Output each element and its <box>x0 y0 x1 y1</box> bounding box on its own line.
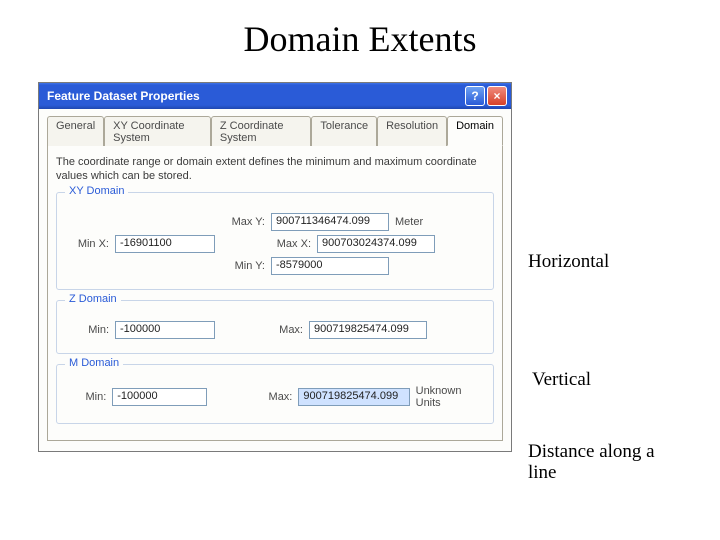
xy-unit: Meter <box>395 216 423 228</box>
slide-title: Domain Extents <box>0 0 720 66</box>
m-domain-legend: M Domain <box>65 357 123 369</box>
z-min-field[interactable]: -100000 <box>115 321 215 339</box>
m-domain-group: M Domain Min: -100000 Max: 900719825474.… <box>56 364 494 424</box>
max-x-field[interactable]: 900703024374.099 <box>317 235 435 253</box>
tab-strip: General XY Coordinate System Z Coordinat… <box>47 115 503 145</box>
min-y-field[interactable]: -8579000 <box>271 257 389 275</box>
min-x-field[interactable]: -16901100 <box>115 235 215 253</box>
max-y-label: Max Y: <box>221 216 265 228</box>
tab-domain[interactable]: Domain <box>447 116 503 146</box>
xy-domain-legend: XY Domain <box>65 185 128 197</box>
max-x-label: Max X: <box>267 238 311 250</box>
z-domain-group: Z Domain Min: -100000 Max: 900719825474.… <box>56 300 494 354</box>
z-domain-legend: Z Domain <box>65 293 121 305</box>
dialog-window: Feature Dataset Properties ? × General X… <box>38 82 512 452</box>
z-min-label: Min: <box>65 324 109 336</box>
annotation-distance: Distance along a line <box>528 442 678 484</box>
client-area: General XY Coordinate System Z Coordinat… <box>39 109 511 451</box>
min-x-label: Min X: <box>65 238 109 250</box>
min-y-label: Min Y: <box>221 260 265 272</box>
tab-resolution[interactable]: Resolution <box>377 116 447 146</box>
tab-tolerance[interactable]: Tolerance <box>311 116 377 146</box>
window-title: Feature Dataset Properties <box>47 89 463 103</box>
m-max-field[interactable]: 900719825474.099 <box>298 388 409 406</box>
xy-domain-group: XY Domain Max Y: 900711346474.099 Meter … <box>56 192 494 290</box>
tab-z-coordinate-system[interactable]: Z Coordinate System <box>211 116 312 146</box>
annotation-vertical: Vertical <box>532 370 591 391</box>
description-text: The coordinate range or domain extent de… <box>56 156 494 184</box>
m-min-field[interactable]: -100000 <box>112 388 206 406</box>
m-max-label: Max: <box>259 391 293 403</box>
annotation-horizontal: Horizontal <box>528 252 609 273</box>
m-min-label: Min: <box>65 391 106 403</box>
close-button[interactable]: × <box>487 86 507 106</box>
tab-panel-domain: The coordinate range or domain extent de… <box>47 145 503 441</box>
max-y-field[interactable]: 900711346474.099 <box>271 213 389 231</box>
m-unit: Unknown Units <box>416 385 485 409</box>
z-max-field[interactable]: 900719825474.099 <box>309 321 427 339</box>
z-max-label: Max: <box>267 324 303 336</box>
tab-general[interactable]: General <box>47 116 104 146</box>
help-button[interactable]: ? <box>465 86 485 106</box>
tab-xy-coordinate-system[interactable]: XY Coordinate System <box>104 116 211 146</box>
titlebar[interactable]: Feature Dataset Properties ? × <box>39 83 511 109</box>
